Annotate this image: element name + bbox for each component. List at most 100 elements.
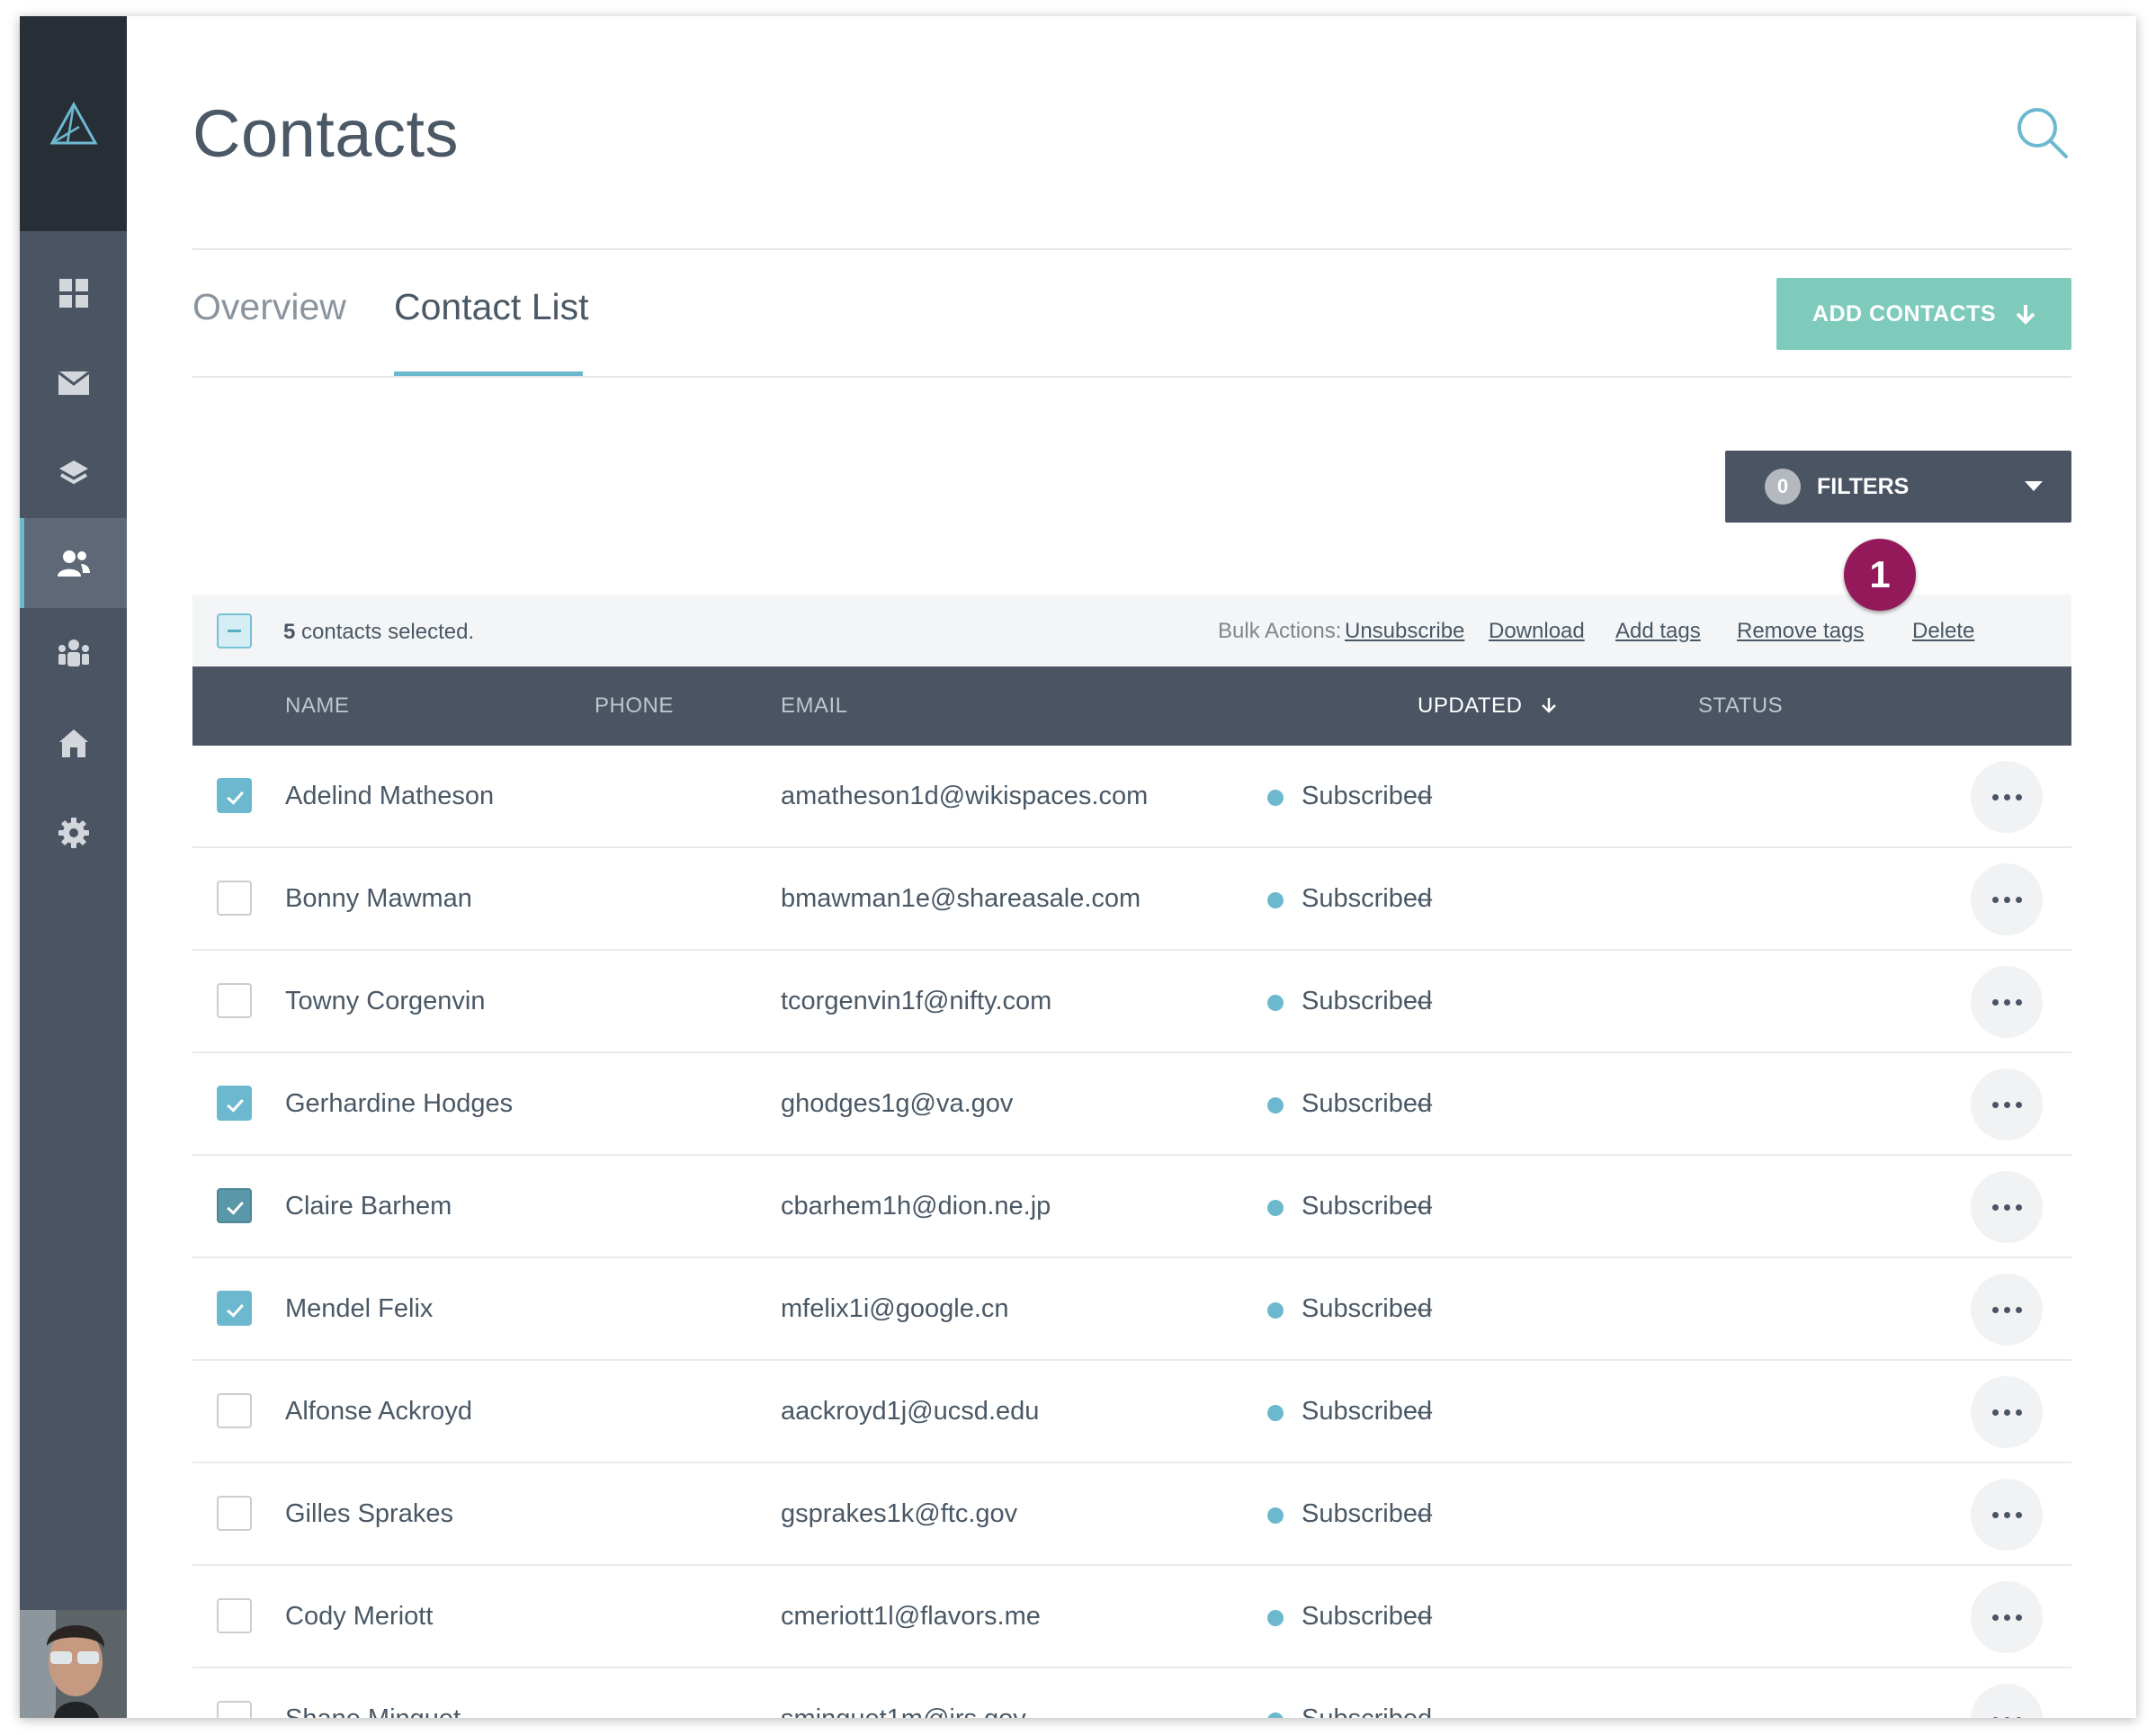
table-row[interactable]: Mendel Felixmfelix1i@google.cn–Subscribe… <box>192 1258 2071 1361</box>
table-row[interactable]: Alfonse Ackroydaackroyd1j@ucsd.edu–Subsc… <box>192 1361 2071 1463</box>
tab-contact-list[interactable]: Contact List <box>394 286 589 328</box>
dot-icon <box>1992 1614 1999 1621</box>
more-actions-button[interactable] <box>1971 1479 2043 1551</box>
column-phone[interactable]: PHONE <box>595 693 674 719</box>
row-checkbox[interactable] <box>217 1393 252 1428</box>
remove-tags-link[interactable]: Remove tags <box>1737 619 1864 644</box>
more-actions-button[interactable] <box>1971 1581 2043 1653</box>
contact-name[interactable]: Towny Corgenvin <box>285 987 485 1016</box>
layers-icon <box>58 459 90 487</box>
dot-icon <box>1992 1102 1999 1108</box>
sort-desc-icon <box>1540 696 1558 714</box>
dot-icon <box>2016 897 2022 903</box>
row-checkbox[interactable] <box>217 1086 252 1121</box>
column-email[interactable]: EMAIL <box>781 693 848 719</box>
contact-email: tcorgenvin1f@nifty.com <box>781 987 1051 1016</box>
row-checkbox[interactable] <box>217 778 252 813</box>
download-link[interactable]: Download <box>1489 619 1585 644</box>
contact-status: Subscribed <box>1302 1397 1432 1426</box>
tab-overview[interactable]: Overview <box>192 286 346 328</box>
sidebar-item-settings[interactable] <box>20 788 127 878</box>
contact-name[interactable]: Adelind Matheson <box>285 782 494 811</box>
row-checkbox[interactable] <box>217 1598 252 1633</box>
more-actions-button[interactable] <box>1971 1274 2043 1346</box>
contact-name[interactable]: Gerhardine Hodges <box>285 1089 513 1119</box>
sidebar-item-dashboard[interactable] <box>20 248 127 338</box>
row-checkbox[interactable] <box>217 1496 252 1531</box>
settings-icon <box>58 818 89 848</box>
search-button[interactable] <box>2014 104 2071 162</box>
more-actions-button[interactable] <box>1971 863 2043 935</box>
contact-name[interactable]: Bonny Mawman <box>285 884 472 914</box>
dot-icon <box>2016 794 2022 800</box>
filters-dropdown[interactable]: 0 FILTERS <box>1725 451 2071 523</box>
selected-suffix: contacts selected. <box>301 620 474 644</box>
contact-name[interactable]: Gilles Sprakes <box>285 1499 453 1529</box>
divider <box>192 248 2071 250</box>
row-checkbox[interactable] <box>217 1188 252 1223</box>
dot-icon <box>1992 1307 1999 1313</box>
row-checkbox[interactable] <box>217 1701 252 1718</box>
dot-icon <box>2004 999 2010 1006</box>
row-checkbox[interactable] <box>217 1291 252 1326</box>
contact-name[interactable]: Mendel Felix <box>285 1294 433 1324</box>
contact-name[interactable]: Alfonse Ackroyd <box>285 1397 472 1426</box>
more-actions-button[interactable] <box>1971 1684 2043 1718</box>
selected-count-text: 5 contacts selected. <box>283 620 474 645</box>
contact-email: sminguet1m@irs.gov <box>781 1704 1026 1718</box>
sidebar-item-mail[interactable] <box>20 338 127 428</box>
contact-status: Subscribed <box>1302 1089 1432 1119</box>
status-dot-icon <box>1267 1200 1284 1216</box>
table-header: NAME PHONE EMAIL UPDATED STATUS <box>192 666 2071 746</box>
contact-name[interactable]: Claire Barhem <box>285 1192 452 1221</box>
more-actions-button[interactable] <box>1971 966 2043 1038</box>
sidebar-item-home[interactable] <box>20 698 127 788</box>
contact-email: aackroyd1j@ucsd.edu <box>781 1397 1039 1426</box>
sidebar-item-layers[interactable] <box>20 428 127 518</box>
column-name[interactable]: NAME <box>285 693 349 719</box>
more-actions-button[interactable] <box>1971 1069 2043 1140</box>
dot-icon <box>1992 999 1999 1006</box>
table-row[interactable]: Bonny Mawmanbmawman1e@shareasale.com–Sub… <box>192 848 2071 951</box>
avatar[interactable] <box>20 1610 127 1718</box>
add-tags-link[interactable]: Add tags <box>1615 619 1701 644</box>
row-checkbox[interactable] <box>217 983 252 1018</box>
row-checkbox[interactable] <box>217 881 252 916</box>
dot-icon <box>2016 1102 2022 1108</box>
select-all-checkbox[interactable] <box>217 613 252 648</box>
app-window: Contacts Overview Contact List ADD CONTA… <box>20 16 2136 1718</box>
table-row[interactable]: Towny Corgenvintcorgenvin1f@nifty.com–Su… <box>192 951 2071 1053</box>
column-updated[interactable]: UPDATED <box>1418 693 1558 719</box>
dot-icon <box>2016 1204 2022 1211</box>
contact-status: Subscribed <box>1302 1602 1432 1632</box>
dot-icon <box>2016 999 2022 1006</box>
table-row[interactable]: Adelind Mathesonamatheson1d@wikispaces.c… <box>192 746 2071 848</box>
contact-status: Subscribed <box>1302 1499 1432 1529</box>
step-marker-badge: 1 <box>1844 539 1916 611</box>
column-status[interactable]: STATUS <box>1698 693 1783 719</box>
add-contacts-button[interactable]: ADD CONTACTS <box>1776 278 2071 350</box>
contact-name[interactable]: Cody Meriott <box>285 1602 433 1632</box>
table-row[interactable]: Cody Meriottcmeriott1l@flavors.me–Subscr… <box>192 1566 2071 1668</box>
more-actions-button[interactable] <box>1971 761 2043 833</box>
contact-name[interactable]: Shane Minguet <box>285 1704 461 1718</box>
logo[interactable] <box>20 16 127 231</box>
sidebar-item-contacts[interactable] <box>20 518 127 608</box>
table-row[interactable]: Claire Barhemcbarhem1h@dion.ne.jp–Subscr… <box>192 1156 2071 1258</box>
table-row[interactable]: Shane Minguetsminguet1m@irs.gov–Subscrib… <box>192 1668 2071 1718</box>
unsubscribe-link[interactable]: Unsubscribe <box>1345 619 1464 644</box>
more-actions-button[interactable] <box>1971 1171 2043 1243</box>
more-actions-button[interactable] <box>1971 1376 2043 1448</box>
table-row[interactable]: Gilles Sprakesgsprakes1k@ftc.gov–Subscri… <box>192 1463 2071 1566</box>
filter-count-badge: 0 <box>1765 469 1801 505</box>
contact-email: cmeriott1l@flavors.me <box>781 1602 1041 1632</box>
status-dot-icon <box>1267 1405 1284 1421</box>
sidebar-item-audience[interactable] <box>20 608 127 698</box>
dot-icon <box>2004 1307 2010 1313</box>
audience-icon <box>57 638 91 668</box>
delete-link[interactable]: Delete <box>1912 619 1974 644</box>
status-dot-icon <box>1267 892 1284 908</box>
status-dot-icon <box>1267 1097 1284 1113</box>
table-row[interactable]: Gerhardine Hodgesghodges1g@va.gov–Subscr… <box>192 1053 2071 1156</box>
tabs-divider <box>192 376 2071 378</box>
